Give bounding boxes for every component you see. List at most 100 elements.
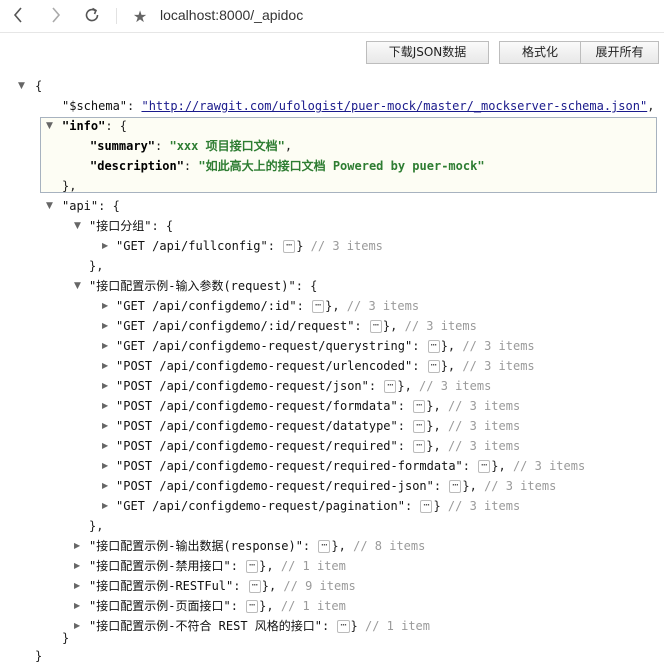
info-close-brace: }, xyxy=(62,179,77,193)
item-count-comment: // 3 items xyxy=(512,459,586,473)
collapse-triangle-icon[interactable]: ▼ xyxy=(74,278,84,294)
expand-triangle-icon[interactable]: ▶ xyxy=(102,438,112,454)
endpoint-line: "POST /api/configdemo-request/formdata":… xyxy=(116,399,521,413)
endpoint-line: "GET /api/configdemo/:id": ⋯}, // 3 item… xyxy=(116,299,420,313)
item-count-comment: // 3 items xyxy=(447,439,521,453)
item-count-comment: // 1 item xyxy=(280,559,346,573)
group-line: "接口配置示例-输出数据(response)": ⋯}, // 8 items xyxy=(89,539,426,553)
collapsed-placeholder[interactable]: ⋯ xyxy=(246,600,259,613)
item-count-comment: // 3 items xyxy=(447,419,521,433)
collapsed-placeholder[interactable]: ⋯ xyxy=(312,300,325,313)
endpoint-key: "GET /api/configdemo-request/pagination" xyxy=(116,499,405,513)
endpoint-line: "POST /api/configdemo-request/json": ⋯},… xyxy=(116,379,492,393)
description-line: "description": "如此高大上的接口文档 Powered by pu… xyxy=(90,159,485,173)
toolbar-divider xyxy=(116,8,117,24)
endpoint-key: "POST /api/configdemo-request/formdata" xyxy=(116,399,398,413)
schema-key: "$schema" xyxy=(62,99,128,113)
expand-triangle-icon[interactable]: ▶ xyxy=(102,398,112,414)
group-key: "接口配置示例-输出数据(response)" xyxy=(89,539,303,553)
endpoint-line: "POST /api/configdemo-request/datatype":… xyxy=(116,419,521,433)
endpoint-line: "GET /api/configdemo/:id/request": ⋯}, /… xyxy=(116,319,477,333)
group-line: "接口配置示例-RESTFul": ⋯}, // 9 items xyxy=(89,579,356,593)
group-key: "接口配置示例-页面接口" xyxy=(89,599,231,613)
endpoint-key: "GET /api/configdemo/:id" xyxy=(116,299,297,313)
expand-all-button[interactable]: 展开所有 xyxy=(580,41,659,64)
endpoint-line: "POST /api/configdemo-request/required-f… xyxy=(116,459,586,473)
group-line: "接口配置示例-页面接口": ⋯}, // 1 item xyxy=(89,599,346,613)
root-close-brace: } xyxy=(35,649,43,663)
group-line: "接口分组": { xyxy=(89,219,174,233)
item-count-comment: // 3 items xyxy=(447,399,521,413)
expand-triangle-icon[interactable]: ▶ xyxy=(74,578,84,594)
item-count-comment: // 3 items xyxy=(346,299,420,313)
item-count-comment: // 1 item xyxy=(280,599,346,613)
expand-triangle-icon[interactable]: ▶ xyxy=(102,358,112,374)
collapsed-placeholder[interactable]: ⋯ xyxy=(413,420,426,433)
expand-triangle-icon[interactable]: ▶ xyxy=(74,598,84,614)
collapse-triangle-icon[interactable]: ▼ xyxy=(74,218,84,234)
endpoint-line: "POST /api/configdemo-request/urlencoded… xyxy=(116,359,535,373)
group-close-brace: }, xyxy=(89,519,104,533)
info-line: "info": { xyxy=(62,119,128,133)
expand-triangle-icon[interactable]: ▶ xyxy=(102,418,112,434)
group-key: "接口配置示例-RESTFul" xyxy=(89,579,234,593)
description-value: "如此高大上的接口文档 Powered by puer-mock" xyxy=(198,159,485,173)
collapsed-placeholder[interactable]: ⋯ xyxy=(427,340,440,353)
collapsed-placeholder[interactable]: ⋯ xyxy=(369,320,382,333)
endpoint-key: "POST /api/configdemo-request/datatype" xyxy=(116,419,398,433)
group-line: "接口配置示例-禁用接口": ⋯}, // 1 item xyxy=(89,559,346,573)
expand-triangle-icon[interactable]: ▶ xyxy=(102,498,112,514)
group-key: "接口配置示例-禁用接口" xyxy=(89,559,231,573)
group-key: "接口分组" xyxy=(89,219,152,233)
endpoint-line: "POST /api/configdemo-request/required-j… xyxy=(116,479,557,493)
expand-triangle-icon[interactable]: ▶ xyxy=(102,238,112,254)
collapsed-placeholder[interactable]: ⋯ xyxy=(449,480,462,493)
collapsed-placeholder[interactable]: ⋯ xyxy=(337,620,350,633)
expand-triangle-icon[interactable]: ▶ xyxy=(74,558,84,574)
back-arrow-icon[interactable] xyxy=(6,4,30,26)
address-bar[interactable]: localhost:8000/_apidoc xyxy=(160,7,303,23)
expand-triangle-icon[interactable]: ▶ xyxy=(102,458,112,474)
endpoint-line: "GET /api/fullconfig": ⋯} // 3 items xyxy=(116,239,383,253)
item-count-comment: // 3 items xyxy=(404,319,477,333)
expand-triangle-icon[interactable]: ▶ xyxy=(102,378,112,394)
expand-triangle-icon[interactable]: ▶ xyxy=(102,298,112,314)
collapsed-placeholder[interactable]: ⋯ xyxy=(248,580,261,593)
endpoint-key: "POST /api/configdemo-request/required-f… xyxy=(116,459,463,473)
expand-triangle-icon[interactable]: ▶ xyxy=(102,338,112,354)
group-key: "接口配置示例-不符合 REST 风格的接口" xyxy=(89,619,323,633)
refresh-icon[interactable] xyxy=(80,4,104,26)
expand-triangle-icon[interactable]: ▶ xyxy=(102,478,112,494)
collapsed-placeholder[interactable]: ⋯ xyxy=(318,540,331,553)
item-count-comment: // 3 items xyxy=(484,479,557,493)
description-key: "description" xyxy=(90,159,184,173)
endpoint-key: "GET /api/configdemo/:id/request" xyxy=(116,319,355,333)
forward-arrow-icon[interactable] xyxy=(44,4,68,26)
collapsed-placeholder[interactable]: ⋯ xyxy=(384,380,397,393)
item-count-comment: // 3 items xyxy=(447,499,521,513)
collapsed-placeholder[interactable]: ⋯ xyxy=(420,500,433,513)
schema-line: "$schema": "http://rawgit.com/ufologist/… xyxy=(62,99,655,113)
format-button[interactable]: 格式化 xyxy=(499,41,580,64)
collapsed-placeholder[interactable]: ⋯ xyxy=(478,460,491,473)
item-count-comment: // 9 items xyxy=(283,579,356,593)
expand-triangle-icon[interactable]: ▶ xyxy=(102,318,112,334)
endpoint-line: "POST /api/configdemo-request/required":… xyxy=(116,439,521,453)
summary-value: "xxx 项目接口文档" xyxy=(169,139,285,153)
collapse-triangle-icon[interactable]: ▼ xyxy=(18,78,28,94)
expand-triangle-icon[interactable]: ▶ xyxy=(74,538,84,554)
endpoint-key: "GET /api/fullconfig" xyxy=(116,239,268,253)
endpoint-key: "POST /api/configdemo-request/urlencoded… xyxy=(116,359,413,373)
collapsed-placeholder[interactable]: ⋯ xyxy=(413,400,426,413)
download-json-button[interactable]: 下载JSON数据 xyxy=(366,41,489,64)
collapsed-placeholder[interactable]: ⋯ xyxy=(246,560,259,573)
collapse-triangle-icon[interactable]: ▼ xyxy=(46,118,56,134)
collapsed-placeholder[interactable]: ⋯ xyxy=(427,360,440,373)
root-open-brace: { xyxy=(35,79,43,93)
expand-triangle-icon[interactable]: ▶ xyxy=(74,618,84,634)
collapse-triangle-icon[interactable]: ▼ xyxy=(46,198,56,214)
collapsed-placeholder[interactable]: ⋯ xyxy=(413,440,426,453)
schema-link[interactable]: "http://rawgit.com/ufologist/puer-mock/m… xyxy=(141,99,647,113)
favorite-star-icon[interactable]: ★ xyxy=(128,5,152,27)
collapsed-placeholder[interactable]: ⋯ xyxy=(283,240,296,253)
